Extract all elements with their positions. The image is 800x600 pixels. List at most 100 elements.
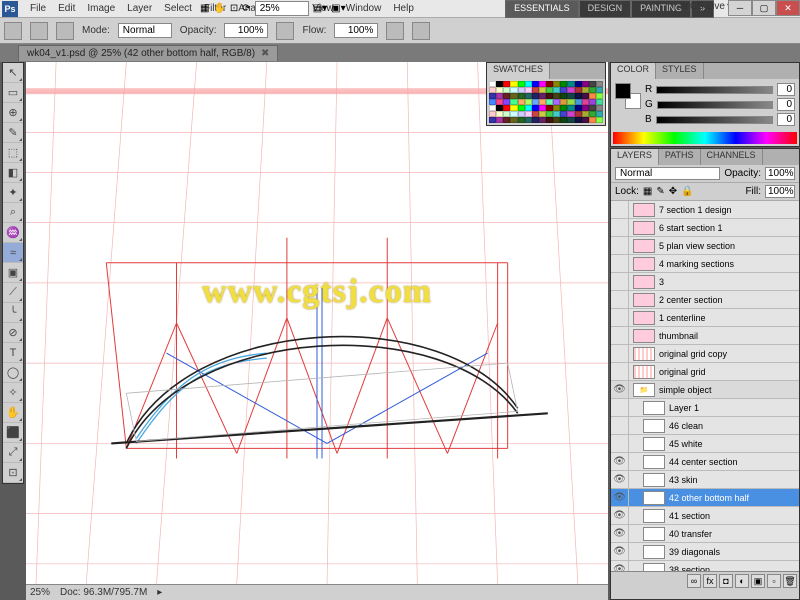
tool-1[interactable]: ▭ xyxy=(3,83,23,103)
layer-name[interactable]: 39 diagonals xyxy=(669,547,799,557)
layers-tab[interactable]: LAYERS xyxy=(611,149,659,165)
layer-name[interactable]: 43 skin xyxy=(669,475,799,485)
layer-row[interactable]: 👁📁simple object xyxy=(611,381,799,399)
zoom-icon[interactable]: ⊡ xyxy=(230,3,238,14)
swatch[interactable] xyxy=(596,117,603,123)
tool-preset-icon[interactable] xyxy=(4,22,22,40)
opacity-input[interactable]: 100% xyxy=(224,23,268,38)
menu-select[interactable]: Select xyxy=(158,1,198,16)
visibility-toggle-icon[interactable]: 👁 xyxy=(611,453,629,471)
cs-live-menu[interactable]: ⊞CS Live▾ xyxy=(680,1,732,12)
visibility-toggle-icon[interactable] xyxy=(611,219,629,237)
visibility-toggle-icon[interactable] xyxy=(611,345,629,363)
b-value[interactable]: 0 xyxy=(777,113,795,126)
swatch[interactable] xyxy=(503,117,510,123)
swatch[interactable] xyxy=(525,117,532,123)
visibility-toggle-icon[interactable] xyxy=(611,201,629,219)
layer-row[interactable]: 👁41 section xyxy=(611,507,799,525)
nav-icon[interactable]: ▦ xyxy=(200,3,209,14)
arrange-icon[interactable]: ▤▾ xyxy=(313,3,327,14)
tool-10[interactable]: ▣ xyxy=(3,263,23,283)
layer-row[interactable]: original grid xyxy=(611,363,799,381)
delete-layer-icon[interactable]: 🗑 xyxy=(783,574,797,588)
layer-row[interactable]: 👁38 section xyxy=(611,561,799,571)
swatch[interactable] xyxy=(532,117,539,123)
pressure-opacity-icon[interactable] xyxy=(276,22,294,40)
visibility-toggle-icon[interactable]: 👁 xyxy=(611,543,629,561)
layer-row[interactable]: 45 white xyxy=(611,435,799,453)
swatch[interactable] xyxy=(575,117,582,123)
brush-preset-icon[interactable] xyxy=(30,22,48,40)
swatch[interactable] xyxy=(496,117,503,123)
menu-layer[interactable]: Layer xyxy=(121,1,158,16)
visibility-toggle-icon[interactable] xyxy=(611,399,629,417)
layer-row[interactable]: original grid copy xyxy=(611,345,799,363)
visibility-toggle-icon[interactable] xyxy=(611,435,629,453)
color-tab[interactable]: COLOR xyxy=(611,63,656,79)
swatches-tab[interactable]: SWATCHES xyxy=(487,63,550,79)
swatch[interactable] xyxy=(589,117,596,123)
swatch[interactable] xyxy=(546,117,553,123)
tool-11[interactable]: ⟋ xyxy=(3,283,23,303)
layer-row[interactable]: 1 centerline xyxy=(611,309,799,327)
zoom-readout[interactable]: 25% xyxy=(30,587,50,598)
visibility-toggle-icon[interactable] xyxy=(611,417,629,435)
layer-name[interactable]: thumbnail xyxy=(659,331,799,341)
status-menu-icon[interactable]: ▸ xyxy=(157,587,162,598)
layer-opacity-input[interactable]: 100% xyxy=(765,167,795,180)
menu-image[interactable]: Image xyxy=(81,1,121,16)
blend-mode-select[interactable]: Normal xyxy=(118,23,172,38)
tool-19[interactable]: ⤢ xyxy=(3,443,23,463)
fill-input[interactable]: 100% xyxy=(765,185,795,198)
layer-name[interactable]: 6 start section 1 xyxy=(659,223,799,233)
visibility-toggle-icon[interactable] xyxy=(611,363,629,381)
layer-mask-icon[interactable]: ◘ xyxy=(719,574,733,588)
tool-5[interactable]: ◧ xyxy=(3,163,23,183)
swatch[interactable] xyxy=(567,117,574,123)
hand-icon[interactable]: ✋ xyxy=(213,3,225,14)
layer-style-icon[interactable]: fx xyxy=(703,574,717,588)
document-tab[interactable]: wk04_v1.psd @ 25% (42 other bottom half,… xyxy=(18,45,278,61)
layer-name[interactable]: original grid copy xyxy=(659,349,799,359)
layer-row[interactable]: 7 section 1 design xyxy=(611,201,799,219)
layer-row[interactable]: 👁40 transfer xyxy=(611,525,799,543)
visibility-toggle-icon[interactable] xyxy=(611,309,629,327)
close-document-icon[interactable]: ✖ xyxy=(261,48,269,59)
swatch[interactable] xyxy=(510,117,517,123)
tool-16[interactable]: ✧ xyxy=(3,383,23,403)
layer-name[interactable]: 2 center section xyxy=(659,295,799,305)
menu-edit[interactable]: Edit xyxy=(52,1,81,16)
layer-row[interactable]: 2 center section xyxy=(611,291,799,309)
layer-row[interactable]: 6 start section 1 xyxy=(611,219,799,237)
visibility-toggle-icon[interactable] xyxy=(611,255,629,273)
tool-4[interactable]: ⬚ xyxy=(3,143,23,163)
airbrush-icon[interactable] xyxy=(386,22,404,40)
swatch[interactable] xyxy=(582,117,589,123)
layer-name[interactable]: 46 clean xyxy=(669,421,799,431)
tool-15[interactable]: ◯ xyxy=(3,363,23,383)
tool-6[interactable]: ✦ xyxy=(3,183,23,203)
layer-row[interactable]: Layer 1 xyxy=(611,399,799,417)
visibility-toggle-icon[interactable] xyxy=(611,291,629,309)
adjustment-layer-icon[interactable]: ◐ xyxy=(735,574,749,588)
layer-name[interactable]: 7 section 1 design xyxy=(659,205,799,215)
tool-9[interactable]: ≈ xyxy=(3,243,23,263)
visibility-toggle-icon[interactable]: 👁 xyxy=(611,507,629,525)
tool-8[interactable]: ♒ xyxy=(3,223,23,243)
swatch[interactable] xyxy=(518,117,525,123)
layers-list[interactable]: 7 section 1 design6 start section 15 pla… xyxy=(611,201,799,571)
layer-name[interactable]: 3 xyxy=(659,277,799,287)
zoom-select[interactable]: 25% xyxy=(255,1,309,16)
paths-tab[interactable]: PATHS xyxy=(659,149,701,165)
layer-name[interactable]: 1 centerline xyxy=(659,313,799,323)
g-value[interactable]: 0 xyxy=(777,98,795,111)
layer-name[interactable]: 45 white xyxy=(669,439,799,449)
lock-all-icon[interactable]: 🔒 xyxy=(681,186,693,197)
layer-name[interactable]: 42 other bottom half xyxy=(669,493,799,503)
tool-2[interactable]: ⊕ xyxy=(3,103,23,123)
new-layer-icon[interactable]: ▫ xyxy=(767,574,781,588)
lock-pixels-icon[interactable]: ✎ xyxy=(656,186,664,197)
swatches-grid[interactable] xyxy=(487,79,605,125)
layer-name[interactable]: 44 center section xyxy=(669,457,799,467)
foreground-background-swatch[interactable] xyxy=(615,83,641,109)
